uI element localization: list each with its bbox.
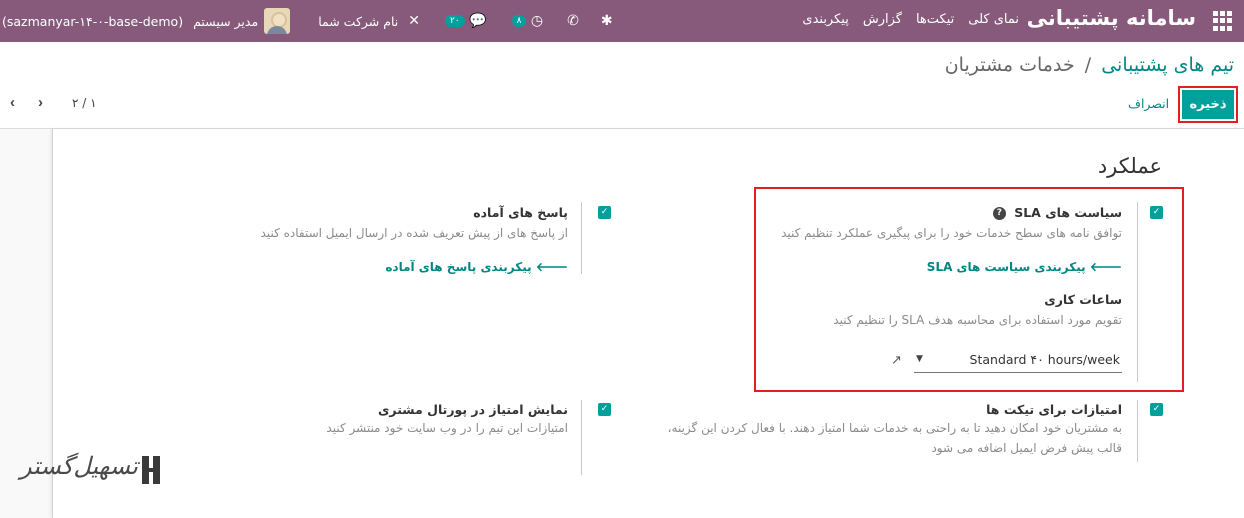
chevron-left-icon[interactable]: ‹ xyxy=(10,94,15,111)
top-navbar: سامانه پشتیبانی نمای کلی تیکت‌ها گزارش پ… xyxy=(0,0,1244,42)
database-name: (sazmanyar-۱۴-۰-base-demo) xyxy=(2,13,184,29)
activity-count-badge: ۸ xyxy=(511,15,527,27)
arrow-left-icon: 🡐 xyxy=(1089,260,1122,274)
working-hours-value: Standard ۴۰ hours/week xyxy=(969,352,1120,367)
portal-rating-setting: نمایش امتیاز در پورتال مشتری امتیازات ای… xyxy=(208,402,568,438)
section-title: عملکرد xyxy=(1097,154,1162,178)
messages-menu[interactable]: ۲۰ 💬 xyxy=(442,13,487,29)
watermark-text: تسهیل‌گستر xyxy=(20,452,138,480)
sla-title: سیاست های SLA xyxy=(1014,205,1122,220)
pager-value[interactable]: ۲ / ۱ xyxy=(72,96,97,110)
canned-checkbox[interactable]: ✓ xyxy=(598,206,611,219)
watermark: تسهیل‌گستر xyxy=(20,448,168,494)
activity-menu[interactable]: ۸ ◷ xyxy=(509,13,544,29)
cancel-button[interactable]: انصراف xyxy=(1128,96,1169,111)
sla-checkbox[interactable]: ✓ xyxy=(1150,206,1163,219)
canned-divider xyxy=(581,202,582,274)
sla-title-row: سیاست های SLA ? xyxy=(762,205,1122,220)
rating-title: امتیازات برای تیکت ها xyxy=(986,402,1122,417)
rating-description-line2: قالب پیش فرض ایمیل اضافه می شود xyxy=(931,441,1122,455)
sla-setting: سیاست های SLA ? توافق نامه های سطح خدمات… xyxy=(762,205,1122,330)
sla-description: توافق نامه های سطح خدمات خود را برای پیگ… xyxy=(781,226,1122,240)
working-hours-description: تقویم مورد استفاده برای محاسبه هدف SLA ر… xyxy=(833,313,1122,327)
app-brand[interactable]: سامانه پشتیبانی xyxy=(1027,6,1196,30)
canned-config-label: پیکربندی پاسخ های آماده xyxy=(385,260,532,274)
bug-icon[interactable]: ✱ xyxy=(601,13,613,29)
save-button-highlight: ذخیره xyxy=(1178,86,1238,123)
portal-rating-title: نمایش امتیاز در پورتال مشتری xyxy=(377,402,568,417)
external-link-icon[interactable]: ↗ xyxy=(891,353,902,368)
breadcrumb-current: خدمات مشتریان xyxy=(944,54,1075,76)
sla-config-label: پیکربندی سیاست های SLA xyxy=(926,260,1086,274)
arrow-left-icon: 🡐 xyxy=(535,260,568,274)
breadcrumb: تیم های پشتیبانی / خدمات مشتریان xyxy=(945,54,1234,76)
portal-rating-checkbox[interactable]: ✓ xyxy=(598,403,611,416)
phone-icon[interactable]: ✆ xyxy=(567,13,579,29)
user-menu[interactable]: مدیر سیستم xyxy=(193,8,291,34)
sla-config-link[interactable]: 🡐 پیکربندی سیاست های SLA xyxy=(762,259,1122,274)
chevron-right-icon[interactable]: › xyxy=(38,94,43,111)
main-menu: نمای کلی تیکت‌ها گزارش پیکربندی xyxy=(802,12,1019,27)
apps-menu-icon[interactable] xyxy=(1212,11,1232,31)
question-icon[interactable]: ? xyxy=(992,207,1006,220)
breadcrumb-parent[interactable]: تیم های پشتیبانی xyxy=(1101,54,1234,76)
working-hours-title: ساعات کاری xyxy=(1044,292,1122,307)
company-switcher[interactable]: نام شرکت شما xyxy=(318,14,398,29)
menu-overview[interactable]: نمای کلی xyxy=(968,12,1019,27)
watermark-logo-icon xyxy=(140,454,166,486)
canned-config-link[interactable]: 🡐 پیکربندی پاسخ های آماده xyxy=(208,259,568,274)
menu-tickets[interactable]: تیکت‌ها xyxy=(916,12,954,27)
rating-divider xyxy=(1137,400,1138,462)
rating-setting: امتیازات برای تیکت ها به مشتریان خود امک… xyxy=(602,402,1122,458)
menu-configuration[interactable]: پیکربندی xyxy=(802,12,848,27)
chat-icon: 💬 xyxy=(469,13,487,29)
messages-count-badge: ۲۰ xyxy=(445,15,465,27)
sla-divider xyxy=(1137,202,1138,382)
canned-title: پاسخ های آماده xyxy=(473,205,568,220)
rating-checkbox[interactable]: ✓ xyxy=(1150,403,1163,416)
working-hours-select[interactable]: Standard ۴۰ hours/week ▼ xyxy=(914,350,1122,373)
save-button[interactable]: ذخیره xyxy=(1182,90,1234,119)
menu-reporting[interactable]: گزارش xyxy=(863,12,902,27)
breadcrumb-separator: / xyxy=(1084,54,1092,76)
canned-setting: پاسخ های آماده از پاسخ های از پیش تعریف … xyxy=(208,205,568,274)
portal-rating-description: امتیازات این تیم را در وب سایت خود منتشر… xyxy=(326,421,568,435)
tools-icon[interactable]: ✕ xyxy=(408,13,420,29)
rating-description-line1: به مشتریان خود امکان دهید تا به راحتی به… xyxy=(667,421,1122,435)
clock-icon: ◷ xyxy=(530,13,544,29)
canned-description: از پاسخ های از پیش تعریف شده در ارسال ای… xyxy=(260,226,568,240)
portal-rating-divider xyxy=(581,400,582,475)
user-name: مدیر سیستم xyxy=(193,13,259,29)
avatar xyxy=(264,8,291,34)
caret-down-icon[interactable]: ▼ xyxy=(916,354,923,364)
navbar-systray: (sazmanyar-۱۴-۰-base-demo) مدیر سیستم نا… xyxy=(0,0,613,42)
